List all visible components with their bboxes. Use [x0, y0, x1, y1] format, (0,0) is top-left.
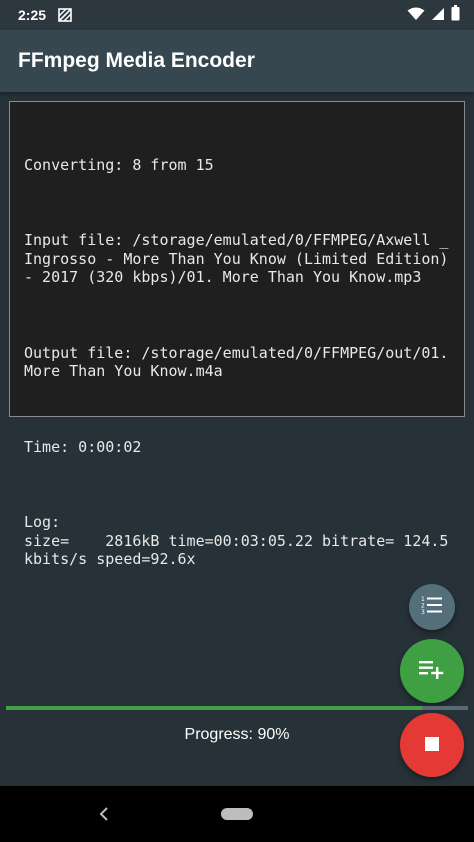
signal-icon	[431, 6, 445, 25]
log-line: size= 2816kB time=00:03:05.22 bitrate= 1…	[24, 531, 449, 569]
status-bar: 2:25	[0, 0, 474, 30]
output-file-path: Output file: /storage/emulated/0/FFMPEG/…	[24, 343, 458, 381]
chevron-left-icon	[99, 807, 108, 821]
stop-icon	[425, 736, 439, 755]
log-label: Log:	[24, 512, 61, 531]
app-bar: FFmpeg Media Encoder	[0, 30, 474, 92]
wifi-icon	[407, 6, 425, 25]
screen: 2:25 FFmpeg Media Encoder Converting: 8 …	[0, 0, 474, 842]
back-button[interactable]	[92, 800, 116, 828]
no-sim-icon	[58, 8, 72, 22]
queue-list-button[interactable]: 1 2 3	[409, 584, 455, 630]
status-icons	[407, 5, 460, 25]
console-output: Converting: 8 from 15 Input file: /stora…	[9, 101, 465, 568]
progress-bar	[6, 706, 468, 710]
log-section: Log: size= 2816kB time=00:03:05.22 bitrat…	[24, 513, 454, 569]
svg-text:3: 3	[421, 609, 425, 615]
converting-status: Converting: 8 from 15	[24, 155, 214, 174]
navigation-bar	[0, 786, 474, 842]
stop-button[interactable]	[400, 713, 464, 777]
add-to-queue-button[interactable]	[400, 639, 464, 703]
status-time: 2:25	[18, 7, 47, 23]
elapsed-time: Time: 0:00:02	[24, 437, 142, 456]
format-list-numbered-icon: 1 2 3	[421, 595, 443, 619]
progress-bar-fill	[6, 706, 422, 710]
battery-icon	[451, 5, 460, 25]
input-file-path: Input file: /storage/emulated/0/FFMPEG/A…	[24, 230, 458, 287]
playlist-add-icon	[419, 659, 445, 683]
app-title: FFmpeg Media Encoder	[18, 49, 255, 72]
home-button[interactable]	[221, 808, 253, 820]
